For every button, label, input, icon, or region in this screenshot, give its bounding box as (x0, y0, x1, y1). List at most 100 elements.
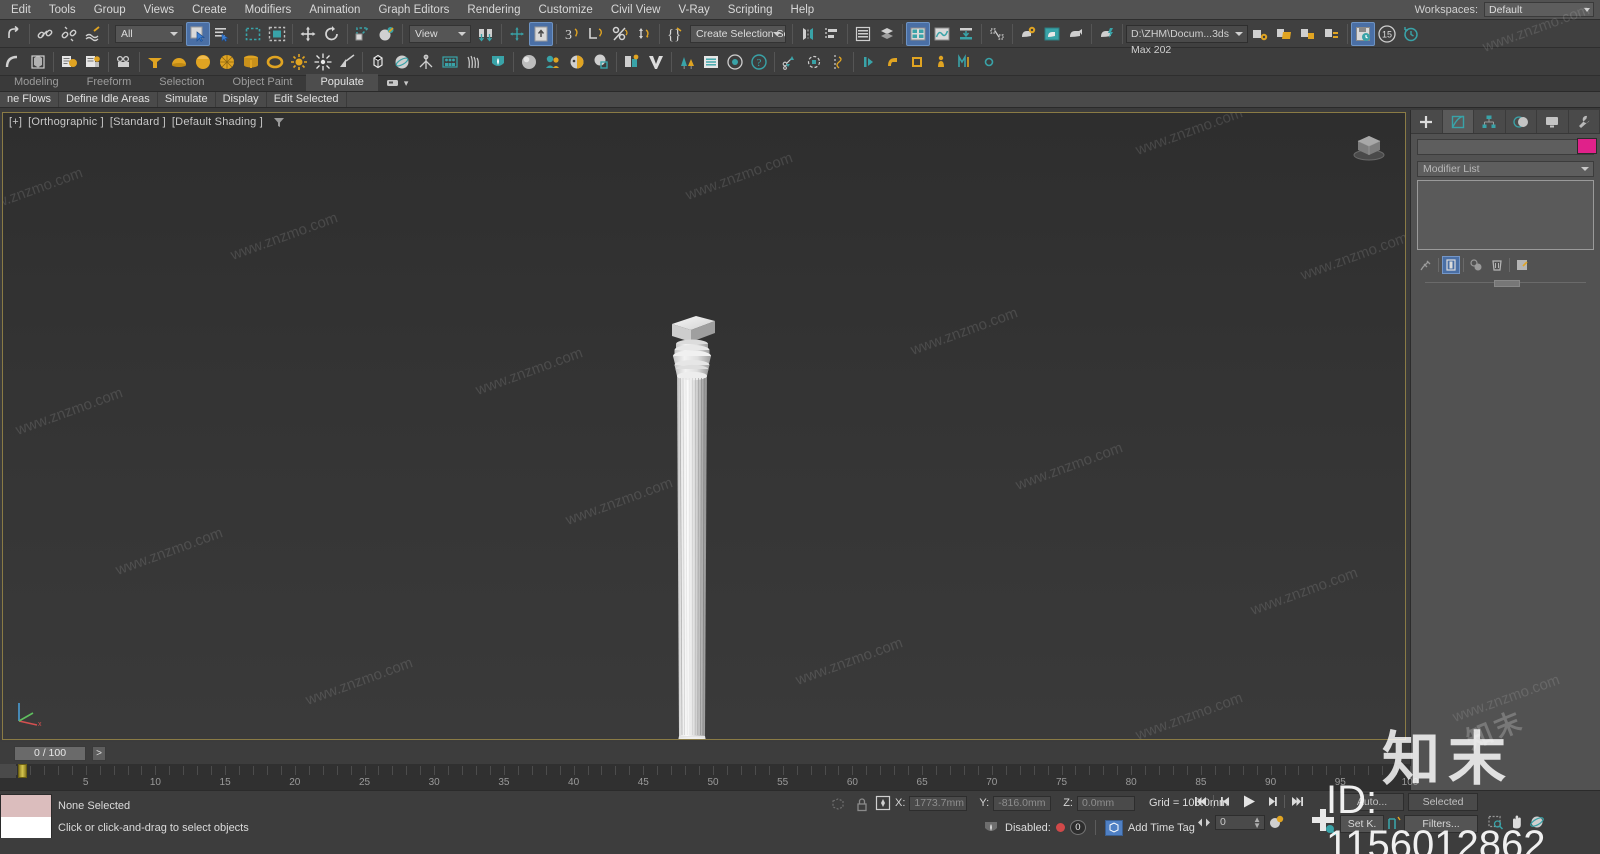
omni-light-icon[interactable] (287, 50, 311, 74)
window-crossing-icon[interactable] (265, 22, 289, 46)
autobackup-icon[interactable] (1351, 21, 1375, 46)
use-selection-center-icon[interactable] (505, 22, 529, 46)
track-bar[interactable]: 5 10 15 20 25 30 35 40 45 50 55 60 65 70 75 80 85 90 95 100 (0, 764, 1418, 790)
menu-item-vray[interactable]: V-Ray (669, 0, 718, 20)
select-and-rotate-icon[interactable] (320, 22, 344, 46)
isolate-selection-icon[interactable] (830, 797, 848, 816)
asset-tracker-icon[interactable] (620, 50, 644, 74)
project-tools-icon[interactable] (1320, 22, 1344, 46)
orthographic-viewport[interactable]: [+] [Orthographic ] [Standard ] [Default… (2, 112, 1406, 740)
menu-item-graph-editors[interactable]: Graph Editors (369, 0, 458, 20)
notes-track-icon[interactable] (57, 50, 81, 74)
make-unique-icon[interactable] (1467, 256, 1485, 274)
spinner-arrows-icon[interactable]: ▲ ▼ (1253, 816, 1261, 830)
fire-effect-icon[interactable] (486, 50, 510, 74)
menu-item-group[interactable]: Group (85, 0, 135, 20)
snap-target-icon[interactable] (802, 50, 826, 74)
adaptive-degradation-icon[interactable] (982, 819, 1000, 836)
railclone-icon[interactable] (699, 50, 723, 74)
y-coordinate-field[interactable]: -816.0mm (993, 795, 1052, 811)
reference-coordinate-dropdown[interactable]: View (409, 24, 471, 43)
viewport-label-standard[interactable]: [Standard ] (110, 116, 166, 128)
render-production-icon[interactable] (1064, 22, 1088, 46)
snap-settings-icon[interactable] (826, 50, 850, 74)
spacewarp-icon[interactable] (390, 50, 414, 74)
menu-item-rendering[interactable]: Rendering (458, 0, 529, 20)
show-end-result-icon[interactable] (1442, 256, 1460, 274)
filters-button[interactable]: Filters... (1404, 815, 1478, 833)
next-frame-button[interactable]: > (92, 746, 106, 761)
cone-icon[interactable] (143, 50, 167, 74)
layer-manager-icon[interactable] (875, 22, 899, 46)
previous-frame-icon[interactable] (1217, 793, 1235, 810)
configure-sets-icon[interactable] (1513, 256, 1531, 274)
selected-filter-button[interactable]: Selected (1408, 793, 1478, 811)
auto-key-button[interactable]: Auto... (1340, 793, 1404, 811)
add-time-tag-group[interactable]: Add Time Tag (1104, 819, 1195, 836)
open-project-folder-icon[interactable] (1272, 22, 1296, 46)
named-selection-icon[interactable]: {} (663, 22, 687, 46)
modify-tab[interactable] (1442, 110, 1474, 133)
populate-people-icon[interactable] (438, 50, 462, 74)
material-map-browser-icon[interactable] (589, 50, 613, 74)
camera-icon[interactable] (112, 50, 136, 74)
utilities-tab[interactable] (1569, 110, 1600, 133)
current-frame-spinner[interactable]: 0 ▲ ▼ (1215, 815, 1265, 830)
free-light-icon[interactable] (311, 50, 335, 74)
align-objects-icon[interactable] (820, 22, 844, 46)
undo-history-count-icon[interactable]: 15 (1375, 22, 1399, 46)
ribbon-minimize-button[interactable]: ▾ (378, 75, 417, 91)
grass-icon[interactable] (462, 50, 486, 74)
manage-links-icon[interactable] (857, 50, 881, 74)
lock-selection-icon[interactable] (855, 797, 869, 816)
motion-tab[interactable] (1506, 110, 1537, 133)
vray-logo-icon[interactable] (644, 50, 668, 74)
add-key-button[interactable] (1306, 805, 1340, 840)
ribbon-tab-freeform[interactable]: Freeform (73, 74, 146, 91)
render-setup-icon[interactable] (1016, 22, 1040, 46)
schematic-view-icon[interactable] (954, 22, 978, 46)
listener-output-row[interactable] (1, 795, 51, 817)
modifier-list-dropdown[interactable]: Modifier List (1417, 161, 1594, 177)
select-and-scale-icon[interactable] (351, 22, 375, 46)
create-tab[interactable] (1411, 110, 1443, 133)
menu-item-create[interactable]: Create (183, 0, 236, 20)
display-tab[interactable] (1537, 110, 1569, 133)
multiscatter-icon[interactable] (723, 50, 747, 74)
time-slider-handle[interactable] (18, 764, 27, 778)
menu-item-animation[interactable]: Animation (300, 0, 369, 20)
viewport-label-plus[interactable]: [+] (9, 116, 22, 128)
x-coordinate-field[interactable]: 1773.7mm (909, 795, 968, 811)
absolute-relative-toggle-icon[interactable] (875, 795, 891, 811)
current-frame-field[interactable]: 0 / 100 (14, 746, 86, 761)
torus-icon[interactable] (263, 50, 287, 74)
viewport-label-shading[interactable]: [Default Shading ] (172, 116, 263, 128)
pin-stack-icon[interactable] (1417, 256, 1435, 274)
ribbon-tab-object-paint[interactable]: Object Paint (219, 74, 307, 91)
menu-item-modifiers[interactable]: Modifiers (236, 0, 301, 20)
project-settings-icon[interactable] (1248, 22, 1272, 46)
forest-pack-icon[interactable] (675, 50, 699, 74)
next-frame-icon[interactable] (1263, 793, 1281, 810)
go-to-start-icon[interactable] (1192, 793, 1210, 810)
sphere-icon[interactable] (191, 50, 215, 74)
undo-icon[interactable] (2, 22, 26, 46)
object-color-swatch[interactable] (1577, 138, 1597, 154)
listener-input-row[interactable] (1, 817, 51, 838)
wirebox-icon[interactable] (366, 50, 390, 74)
revit-import-icon[interactable] (881, 50, 905, 74)
snaps-toggle-icon[interactable] (778, 50, 802, 74)
merge-icon[interactable] (953, 50, 977, 74)
project-path-field[interactable]: D:\ZHM\Docum...3ds Max 202 (1126, 24, 1248, 56)
restore-backup-icon[interactable] (1399, 22, 1423, 46)
ribbon-button-display[interactable]: Display (216, 92, 267, 107)
classical-column-model[interactable] (658, 308, 728, 740)
menu-item-views[interactable]: Views (135, 0, 183, 20)
menu-item-tools[interactable]: Tools (40, 0, 85, 20)
z-coordinate-field[interactable]: 0.0mm (1076, 795, 1135, 811)
menu-item-edit[interactable]: Edit (2, 0, 40, 20)
angle-snap-icon[interactable] (632, 22, 656, 46)
rect-selection-region-icon[interactable] (241, 22, 265, 46)
notes-track-alt-icon[interactable] (81, 50, 105, 74)
ribbon-button-define-idle-areas[interactable]: Define Idle Areas (59, 92, 158, 107)
